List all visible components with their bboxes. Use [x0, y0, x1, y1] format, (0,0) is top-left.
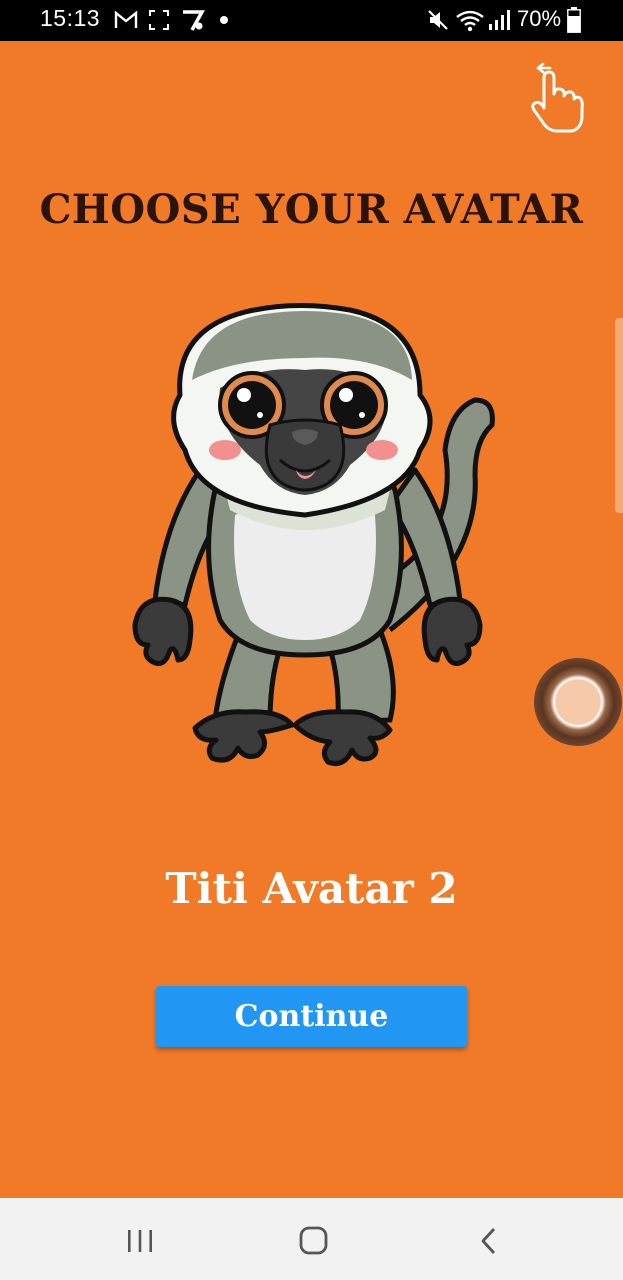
- monkey-avatar-image[interactable]: [120, 300, 500, 780]
- home-icon[interactable]: [298, 1226, 330, 1256]
- edge-panel-handle[interactable]: [615, 318, 623, 513]
- status-time: 15:13: [40, 5, 101, 31]
- status-bar: 15:13 70%: [0, 0, 623, 41]
- signal-icon: [489, 10, 510, 30]
- avatar-name-label: Titi Avatar 2: [165, 864, 458, 913]
- wifi-icon: [456, 10, 484, 32]
- recent-apps-icon[interactable]: [126, 1228, 154, 1254]
- gmail-icon: [114, 10, 138, 28]
- navigation-bar: [0, 1198, 623, 1280]
- app-icon: [183, 10, 205, 31]
- dot-icon: [220, 16, 228, 24]
- screenshot-icon: [149, 10, 169, 30]
- back-icon[interactable]: [478, 1226, 500, 1256]
- page-title: CHOOSE YOUR AVATAR: [39, 186, 584, 233]
- assistive-touch-button[interactable]: [534, 658, 622, 746]
- mute-icon: [428, 10, 448, 30]
- battery-icon: [567, 7, 581, 33]
- swipe-gesture-icon[interactable]: [524, 58, 586, 136]
- continue-button[interactable]: Continue: [156, 986, 467, 1047]
- battery-percentage: 70%: [517, 6, 562, 31]
